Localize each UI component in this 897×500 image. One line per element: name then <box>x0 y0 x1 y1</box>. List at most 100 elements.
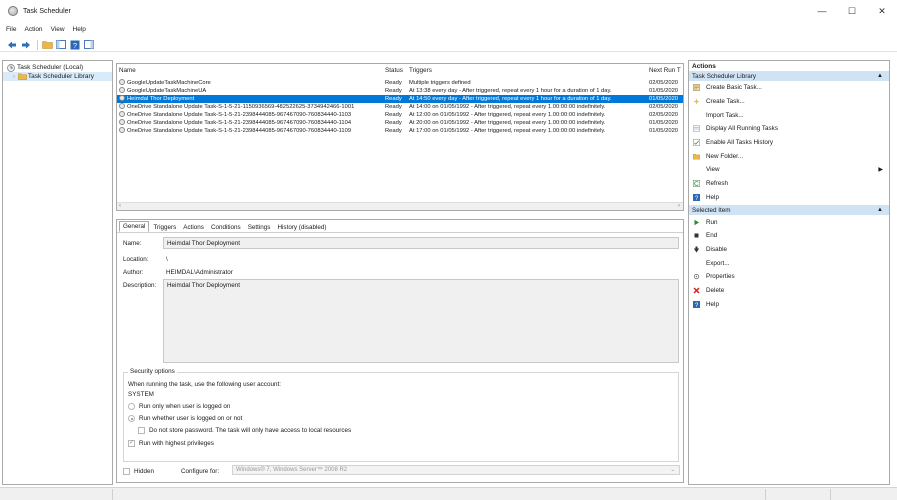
menu-action[interactable]: Action <box>24 26 42 33</box>
table-row-selected[interactable]: Heimdal Thor Deployment Ready At 14:50 e… <box>117 95 683 103</box>
table-row[interactable]: OneDrive Standalone Update Task-S-1-5-21… <box>117 111 683 119</box>
column-header-status[interactable]: Status <box>385 67 403 76</box>
configure-for-select[interactable]: Windows® 7, Windows Server™ 2008 R2 ⌄ <box>232 465 680 475</box>
checkmark-icon: ✓ <box>128 440 135 447</box>
tab-conditions[interactable]: Conditions <box>208 223 244 232</box>
enable-tasks-history-action[interactable]: Enable All Tasks History <box>689 136 889 150</box>
task-triggers: At 20:00 on 01/05/1992 - After triggered… <box>409 120 606 126</box>
disable-action[interactable]: Disable <box>689 243 889 257</box>
tab-general[interactable]: General <box>119 221 150 232</box>
security-options-group: Security options When running the task, … <box>123 368 679 462</box>
collapse-arrow-icon[interactable]: ▲ <box>877 207 883 213</box>
help-action-selected[interactable]: ? Help <box>689 297 889 311</box>
help-label: Help <box>706 300 719 308</box>
table-row[interactable]: OneDrive Standalone Update Task-S-1-5-21… <box>117 103 683 111</box>
table-row[interactable]: OneDrive Standalone Update Task-S-1-5-21… <box>117 127 683 135</box>
blank-icon <box>693 260 700 267</box>
table-row[interactable]: GoogleUpdateTaskMachineCore Ready Multip… <box>117 79 683 87</box>
highest-privileges-checkbox[interactable]: ✓ Run with highest privileges <box>128 440 214 447</box>
library-section-header[interactable]: Task Scheduler Library ▲ <box>689 71 889 81</box>
column-header-next-run[interactable]: Next Run T <box>649 67 681 76</box>
run-logged-on-radio[interactable]: Run only when user is logged on <box>128 403 230 410</box>
maximize-button[interactable]: ☐ <box>837 0 867 22</box>
column-header-triggers[interactable]: Triggers <box>409 67 432 76</box>
chevron-down-icon: ⌄ <box>670 467 675 473</box>
task-triggers: At 17:00 on 01/05/1992 - After triggered… <box>409 128 606 134</box>
table-row[interactable]: GoogleUpdateTaskMachineUA Ready At 13:38… <box>117 87 683 95</box>
view-label: View <box>706 166 720 174</box>
close-button[interactable]: ✕ <box>867 0 897 22</box>
horizontal-scrollbar[interactable]: ‹ › <box>117 202 683 210</box>
task-triggers: At 14:50 every day - After triggered, re… <box>409 96 612 102</box>
run-whether-logged-on-radio[interactable]: Run whether user is logged on or not <box>128 415 242 422</box>
user-account-value: SYSTEM <box>128 391 154 398</box>
scroll-right-icon[interactable]: › <box>678 203 680 209</box>
collapse-arrow-icon[interactable]: ▲ <box>877 73 883 79</box>
selected-item-section-header[interactable]: Selected Item ▲ <box>689 205 889 216</box>
column-header-name[interactable]: Name <box>119 67 136 76</box>
help-label: Help <box>706 193 719 201</box>
new-folder-action[interactable]: New Folder... <box>689 149 889 163</box>
window-title: Task Scheduler <box>23 7 71 15</box>
tab-actions[interactable]: Actions <box>180 223 207 232</box>
refresh-action[interactable]: Refresh <box>689 177 889 191</box>
tree-item-root[interactable]: Task Scheduler (Local) <box>3 63 112 72</box>
disable-icon <box>693 246 700 253</box>
import-task-action[interactable]: Import Task... <box>689 108 889 122</box>
tab-settings[interactable]: Settings <box>245 223 274 232</box>
status-bar <box>0 487 897 500</box>
task-next-run: 01/05/2020 <box>649 128 679 134</box>
task-name: OneDrive Standalone Update Task-S-1-5-21… <box>127 112 352 118</box>
task-next-run: 02/05/2020 <box>649 104 679 110</box>
view-action[interactable]: View ▶ <box>689 163 889 177</box>
back-arrow-icon[interactable] <box>6 39 18 51</box>
scroll-left-icon[interactable]: ‹ <box>119 203 121 209</box>
checkbox-icon <box>123 468 130 475</box>
menu-view[interactable]: View <box>51 26 65 33</box>
help-icon[interactable]: ? <box>69 39 81 51</box>
show-hide-action-pane-icon[interactable] <box>83 39 95 51</box>
menu-file[interactable]: File <box>6 26 16 33</box>
actions-pane: Actions Task Scheduler Library ▲ Create … <box>688 60 890 485</box>
table-row[interactable]: OneDrive Standalone Update Task-S-1-5-21… <box>117 119 683 127</box>
task-next-run: 01/05/2020 <box>649 120 679 126</box>
no-store-password-checkbox[interactable]: Do not store password. The task will onl… <box>138 427 351 434</box>
help-icon: ? <box>693 300 700 308</box>
tree-item-library[interactable]: › Task Scheduler Library <box>3 72 112 81</box>
show-hide-tree-icon[interactable] <box>55 39 67 51</box>
display-running-tasks-action[interactable]: Display All Running Tasks <box>689 122 889 136</box>
task-status: Ready <box>385 80 402 86</box>
task-status: Ready <box>385 88 402 94</box>
hidden-checkbox[interactable]: Hidden <box>123 468 154 475</box>
help-action[interactable]: ? Help <box>689 191 889 205</box>
folder-up-icon[interactable] <box>41 39 53 51</box>
description-field[interactable]: Heimdal Thor Deployment <box>163 279 679 363</box>
enable-tasks-history-label: Enable All Tasks History <box>706 139 774 147</box>
name-label: Name: <box>123 240 142 247</box>
chevron-right-icon[interactable]: › <box>13 74 15 80</box>
forward-arrow-icon[interactable] <box>20 39 32 51</box>
task-clock-icon <box>119 79 125 85</box>
name-field[interactable]: Heimdal Thor Deployment <box>163 237 679 249</box>
tab-history[interactable]: History (disabled) <box>274 223 329 232</box>
properties-action[interactable]: Properties <box>689 270 889 284</box>
navigation-tree: Task Scheduler (Local) › Task Scheduler … <box>2 60 113 485</box>
toolbar-separator <box>37 39 38 50</box>
task-clock-icon <box>119 87 125 93</box>
task-triggers: Multiple triggers defined <box>409 80 471 86</box>
tab-triggers[interactable]: Triggers <box>150 223 179 232</box>
end-action[interactable]: End <box>689 229 889 243</box>
export-action[interactable]: Export... <box>689 256 889 270</box>
delete-icon <box>693 287 700 294</box>
create-task-action[interactable]: Create Task... <box>689 95 889 109</box>
description-label: Description: <box>123 282 157 289</box>
minimize-button[interactable]: — <box>807 0 837 22</box>
delete-action[interactable]: Delete <box>689 284 889 298</box>
checkbox-icon <box>138 427 145 434</box>
folder-icon <box>17 73 27 81</box>
import-task-label: Import Task... <box>706 111 744 119</box>
run-action[interactable]: Run <box>689 215 889 229</box>
menu-help[interactable]: Help <box>73 26 86 33</box>
properties-label: Properties <box>706 273 735 281</box>
create-basic-task-action[interactable]: Create Basic Task... <box>689 81 889 95</box>
